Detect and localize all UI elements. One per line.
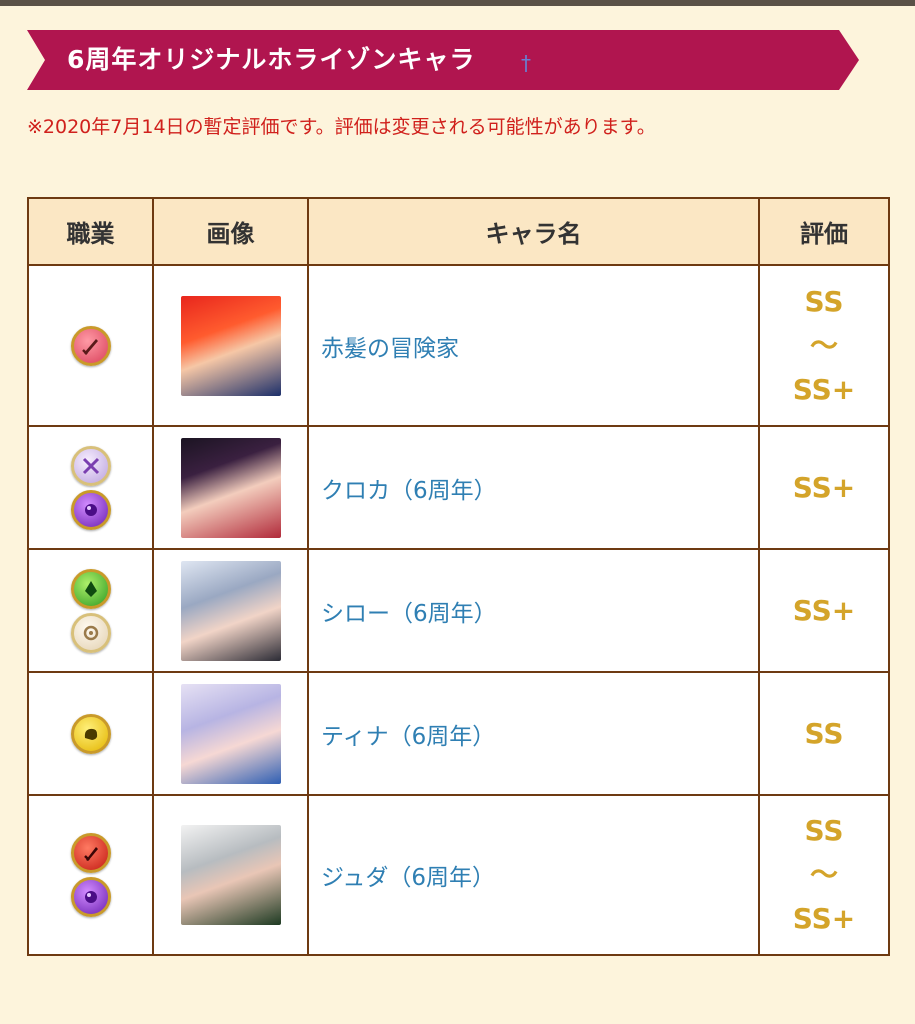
rating-value: SS+	[792, 470, 856, 504]
character-name-link[interactable]: 赤髪の冒険家	[307, 264, 760, 427]
job-cell	[27, 548, 154, 673]
character-portrait[interactable]	[180, 295, 281, 396]
job-cell	[27, 671, 154, 796]
section-title: 6周年オリジナルホライゾンキャラ	[67, 45, 476, 74]
job-cell	[27, 425, 154, 550]
rating-value: SS+	[792, 902, 856, 935]
image-cell	[152, 264, 309, 427]
purple-orb-icon	[70, 877, 111, 917]
header-image: 画像	[152, 197, 309, 266]
rating-value: SS	[804, 814, 844, 847]
character-portrait[interactable]	[180, 683, 281, 784]
rating-value: SS	[804, 716, 844, 750]
character-portrait[interactable]	[180, 825, 281, 925]
rating-value: SS+	[792, 593, 856, 627]
character-name-link[interactable]: クロカ（6周年）	[307, 425, 760, 550]
evaluation-notice: ※2020年7月14日の暫定評価です。評価は変更される可能性があります。	[27, 116, 656, 138]
lavender-crossed-swords-icon	[70, 445, 111, 486]
rating-cell: SS+	[758, 548, 890, 673]
rating-value: SS	[804, 284, 844, 318]
rating-value: SS+	[792, 372, 856, 406]
red-blade-icon	[70, 833, 111, 873]
rating-cell: SS 〜 SS+	[758, 264, 890, 427]
header-name: キャラ名	[307, 197, 760, 266]
table-header-row: 職業 画像 キャラ名 評価	[27, 197, 890, 266]
rating-tilde: 〜	[809, 858, 838, 891]
character-name-link[interactable]: ジュダ（6周年）	[307, 794, 760, 956]
header-rating: 評価	[758, 197, 890, 266]
table-row: シロー（6周年） SS+	[27, 548, 890, 673]
table-row: ティナ（6周年） SS	[27, 671, 890, 796]
image-cell	[152, 794, 309, 956]
top-bar	[0, 0, 915, 6]
footnote-dagger[interactable]: †	[521, 51, 531, 75]
image-cell	[152, 671, 309, 796]
table-row: クロカ（6周年） SS+	[27, 425, 890, 550]
purple-orb-icon	[70, 489, 111, 530]
cream-gear-icon	[70, 612, 111, 653]
character-portrait[interactable]	[180, 437, 281, 538]
rating-tilde: 〜	[809, 328, 838, 362]
green-bell-icon	[70, 568, 111, 609]
rating-cell: SS+	[758, 425, 890, 550]
image-cell	[152, 548, 309, 673]
image-cell	[152, 425, 309, 550]
character-portrait[interactable]	[180, 560, 281, 661]
job-cell	[27, 264, 154, 427]
character-name-link[interactable]: シロー（6周年）	[307, 548, 760, 673]
rating-cell: SS 〜 SS+	[758, 794, 890, 956]
rating-cell: SS	[758, 671, 890, 796]
pink-sword-icon	[70, 325, 111, 366]
header-job: 職業	[27, 197, 154, 266]
job-cell	[27, 794, 154, 956]
table-row: ジュダ（6周年） SS 〜 SS+	[27, 794, 890, 956]
table-row: 赤髪の冒険家 SS 〜 SS+	[27, 264, 890, 427]
rating-table: 職業 画像 キャラ名 評価 赤髪の冒険家 SS 〜 SS+ クロカ（6周年） S…	[27, 197, 890, 956]
yellow-beast-icon	[70, 713, 111, 754]
character-name-link[interactable]: ティナ（6周年）	[307, 671, 760, 796]
